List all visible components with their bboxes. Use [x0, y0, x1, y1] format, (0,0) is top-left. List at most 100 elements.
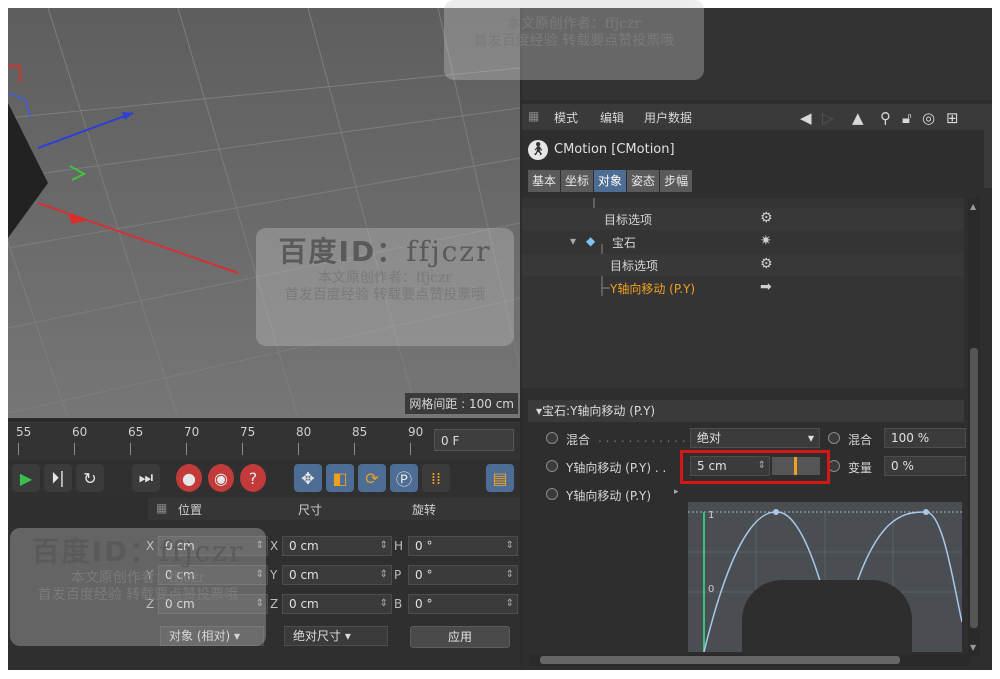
- search-icon[interactable]: ⚲: [880, 109, 891, 127]
- back-arrow-icon[interactable]: ◀: [800, 109, 812, 127]
- rotation-field[interactable]: 0 °: [408, 565, 518, 585]
- drag-handle-icon[interactable]: ▦: [156, 501, 167, 515]
- tab-4[interactable]: 步幅: [660, 170, 693, 192]
- size-axis-label: Y: [270, 568, 278, 582]
- tree-label: 宝石: [612, 236, 637, 250]
- mix-mode-dropdown[interactable]: 绝对 ▾: [690, 428, 820, 448]
- watermark-top: 本文原创作者：ffjczr 首发百度经验 转载要点赞投票哦: [444, 0, 704, 80]
- collapse-toggle-icon[interactable]: ▾: [570, 234, 576, 248]
- scroll-thumb[interactable]: [970, 348, 978, 628]
- variation-label: 变量: [848, 461, 873, 475]
- new-panel-icon[interactable]: ⊞: [946, 109, 959, 127]
- tab-2[interactable]: 对象: [594, 170, 627, 192]
- film-strip-icon[interactable]: ▤: [486, 464, 514, 492]
- curve-radio[interactable]: [546, 488, 558, 500]
- cmotion-tree[interactable]: 目标选项 ⚙ ▾ ◆ 宝石 ✷ 目标选项 ⚙ Y轴向移动 (P.Y) ➡: [522, 198, 964, 388]
- size-axis-label: X: [270, 539, 279, 553]
- tree-row-target-options-2[interactable]: 目标选项 ⚙: [522, 254, 964, 276]
- curve-mid-label: 0: [708, 584, 714, 595]
- menu-edit[interactable]: 编辑: [600, 109, 624, 126]
- mix-percent-field[interactable]: 100 %: [884, 428, 966, 448]
- tree-row-target-options-1[interactable]: 目标选项 ⚙: [522, 208, 964, 230]
- section-header[interactable]: ▾宝石:Y轴向移动 (P.Y): [528, 400, 964, 422]
- rotate-tool-icon[interactable]: ⟳: [358, 464, 386, 492]
- next-key-icon[interactable]: ⏵|: [44, 464, 72, 492]
- tree-label: 目标选项: [604, 213, 653, 227]
- arrow-right-icon[interactable]: ➡: [760, 279, 772, 295]
- panel-grip-icon[interactable]: ▦: [528, 109, 539, 123]
- dropdown-arrow-icon: ▾: [807, 431, 814, 445]
- object-title-bar: 🚶︎ CMotion [CMotion]: [522, 138, 992, 164]
- tree-label: Y轴向移动 (P.Y): [610, 282, 696, 296]
- size-field[interactable]: 0 cm: [282, 565, 392, 585]
- rotation-field[interactable]: 0 °: [408, 594, 518, 614]
- dotted-leader: . . . . . . . . . . . .: [598, 431, 686, 445]
- watermark-note: 首发百度经验 转载要点赞投票哦: [284, 286, 486, 303]
- sparkle-icon[interactable]: ✷: [760, 233, 772, 249]
- timeline-tick-mark: [130, 443, 131, 455]
- move-tool-icon[interactable]: ✥: [294, 464, 322, 492]
- timeline-tick-label: 80: [296, 425, 312, 439]
- vertical-scrollbar[interactable]: ▲ ▼: [968, 198, 980, 656]
- goto-end-icon[interactable]: ⏭: [132, 464, 160, 492]
- timeline-tick-mark: [74, 443, 75, 455]
- point-grid-icon[interactable]: ⁞⁞: [422, 464, 450, 492]
- watermark-handle: ffjczr: [159, 535, 245, 568]
- tab-0[interactable]: 基本: [528, 170, 561, 192]
- rotation-axis-label: H: [394, 539, 404, 553]
- tree-row-y-move[interactable]: Y轴向移动 (P.Y) ➡: [522, 277, 964, 299]
- grid-spacing-readout: 网格间距 : 100 cm: [405, 393, 518, 414]
- timeline-tick-mark: [186, 443, 187, 455]
- tab-1[interactable]: 坐标: [561, 170, 594, 192]
- mix-radio[interactable]: [546, 432, 558, 444]
- variation-value: 0 %: [891, 459, 914, 473]
- timeline-ruler[interactable]: 55 60 65 70 75 80 85 90 0 F: [8, 420, 520, 461]
- play-icon[interactable]: ▶: [12, 464, 40, 492]
- curve-label: Y轴向移动 (P.Y): [566, 489, 652, 503]
- watermark-id-label: 百度ID：: [278, 235, 407, 268]
- timeline-tick-mark: [18, 443, 19, 455]
- up-arrow-icon[interactable]: ▲: [852, 109, 864, 127]
- lock-icon[interactable]: 🔓︎: [902, 109, 912, 127]
- size-field[interactable]: 0 cm: [282, 536, 392, 556]
- mix-right-radio[interactable]: [828, 432, 840, 444]
- rotation-header: 旋转: [412, 503, 437, 517]
- rotation-axis-label: P: [394, 568, 402, 582]
- y-move-radio[interactable]: [546, 460, 558, 472]
- param-key-icon[interactable]: Ⓟ: [390, 464, 418, 492]
- timeline-tick-label: 85: [352, 425, 368, 439]
- gear-icon[interactable]: ⚙: [760, 210, 773, 226]
- coordinates-header: ▦ 位置 尺寸 旋转: [148, 498, 520, 520]
- mix-right-label: 混合: [848, 433, 873, 447]
- help-key-icon[interactable]: ?: [240, 464, 266, 492]
- variation-field[interactable]: 0 %: [884, 456, 966, 476]
- curve-point[interactable]: [773, 509, 779, 515]
- forward-arrow-icon[interactable]: ▷: [822, 109, 834, 127]
- tab-3[interactable]: 姿态: [627, 170, 660, 192]
- scroll-up-icon[interactable]: ▲: [970, 202, 976, 211]
- timeline-tick-label: 70: [184, 425, 200, 439]
- curve-point[interactable]: [923, 509, 929, 515]
- scroll-down-icon[interactable]: ▼: [970, 643, 976, 652]
- hscroll-thumb[interactable]: [540, 656, 900, 664]
- menu-user-data[interactable]: 用户数据: [644, 109, 692, 126]
- watermark-note: 首发百度经验 转载要点赞投票哦: [473, 32, 675, 49]
- menu-mode[interactable]: 模式: [554, 109, 578, 126]
- record-key-icon[interactable]: ●: [176, 464, 202, 492]
- current-frame-field[interactable]: 0 F: [434, 429, 514, 451]
- scale-tool-icon[interactable]: ◧: [326, 464, 354, 492]
- size-field[interactable]: 0 cm: [282, 594, 392, 614]
- expand-arrow-icon[interactable]: ▸: [674, 487, 679, 497]
- rotation-field[interactable]: 0 °: [408, 536, 518, 556]
- timeline-tick-mark: [410, 443, 411, 455]
- gear-icon[interactable]: ⚙: [760, 256, 773, 272]
- panel-edge-scrollbar[interactable]: [984, 128, 992, 188]
- size-mode-dropdown[interactable]: 绝对尺寸 ▾: [284, 626, 388, 646]
- auto-key-icon[interactable]: ◉: [208, 464, 234, 492]
- loop-icon[interactable]: ↻: [76, 464, 104, 492]
- horizontal-scrollbar[interactable]: [530, 654, 970, 666]
- spline-curve-editor[interactable]: 1 0: [688, 502, 963, 670]
- tree-row-gem[interactable]: ▾ ◆ 宝石 ✷: [522, 231, 964, 253]
- target-icon[interactable]: ◎: [922, 109, 935, 127]
- apply-button[interactable]: 应用: [410, 626, 510, 648]
